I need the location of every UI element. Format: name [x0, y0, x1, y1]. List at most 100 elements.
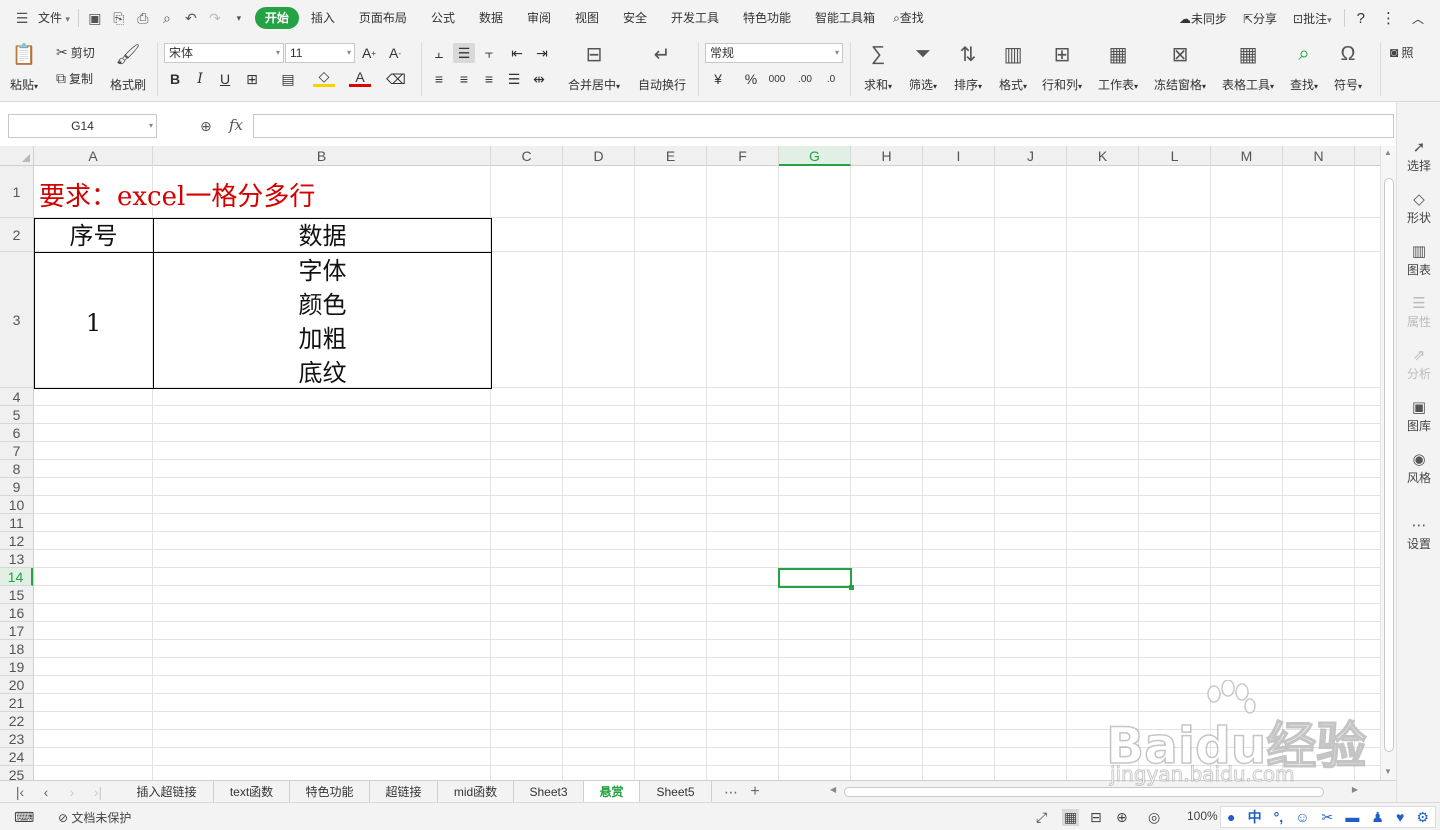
align-bottom-icon[interactable]: ⫟ [478, 43, 500, 63]
thousands-icon[interactable]: 000 [766, 69, 788, 89]
rowcol-button[interactable]: ⊞ 行和列▾ [1042, 40, 1082, 93]
sort-button[interactable]: ⇅ 排序▾ [954, 40, 982, 93]
row-header-24[interactable]: 24 [0, 748, 33, 766]
cell-area[interactable]: 要求：excel一格分多行 序号 数据 1 字体 颜色 加粗 底纹 [34, 166, 1380, 780]
sheet-tab-6[interactable]: 悬赏 [584, 781, 640, 803]
sheet-tab-3[interactable]: 超链接 [370, 781, 438, 803]
bold-icon[interactable]: B [164, 69, 186, 89]
tab-7[interactable]: 安全 [611, 7, 659, 29]
column-header-i[interactable]: I [923, 146, 995, 166]
print-icon[interactable]: ⎙ [131, 7, 155, 29]
align-middle-icon[interactable]: ☰ [453, 43, 475, 63]
eye-protect-icon[interactable]: ◎ [1148, 809, 1160, 826]
sidebar-item-chart[interactable]: ▥ 图表 [1397, 242, 1440, 278]
align-right-icon[interactable]: ≡ [478, 69, 500, 89]
cell-b2-header-data[interactable]: 数据 [154, 221, 491, 251]
sheet-tab-0[interactable]: 插入超链接 [120, 781, 214, 803]
page-layout-view-icon[interactable]: ⊕ [1116, 809, 1128, 826]
row-header-25[interactable]: 25 [0, 766, 33, 781]
row-header-4[interactable]: 4 [0, 388, 33, 406]
fx-icon[interactable]: fx [229, 116, 243, 134]
align-center-icon[interactable]: ≡ [453, 69, 475, 89]
wrap-text-button[interactable]: ↵ 自动换行 [638, 40, 686, 93]
name-box[interactable]: G14 ▾ [8, 114, 157, 138]
zoom-icon[interactable]: ⊕ [200, 118, 212, 135]
sheet-tab-1[interactable]: text函数 [214, 781, 290, 803]
column-header-c[interactable]: C [491, 146, 563, 166]
row-header-21[interactable]: 21 [0, 694, 33, 712]
table-tools-button[interactable]: ▦ 表格工具▾ [1222, 40, 1274, 93]
collapse-ribbon-icon[interactable]: ︿ [1404, 10, 1432, 27]
customize-icon[interactable]: ▾ [227, 7, 251, 29]
sync-button[interactable]: ☁未同步 [1171, 10, 1235, 27]
tab-2[interactable]: 页面布局 [347, 7, 419, 29]
column-header-g[interactable]: G [779, 146, 851, 166]
indent-decrease-icon[interactable]: ⇤ [506, 43, 528, 63]
column-header-f[interactable]: F [707, 146, 779, 166]
paste-button[interactable]: 📋 粘贴▾ [10, 40, 38, 93]
prev-sheet-icon[interactable]: ‹ [36, 781, 56, 803]
row-header-3[interactable]: 3 [0, 252, 33, 388]
export-icon[interactable]: ⎘ [107, 7, 131, 29]
redo-icon[interactable]: ↷ [203, 7, 227, 29]
column-header-k[interactable]: K [1067, 146, 1139, 166]
tab-4[interactable]: 数据 [467, 7, 515, 29]
zoom-level[interactable]: 100% [1187, 809, 1218, 823]
row-header-11[interactable]: 11 [0, 514, 33, 532]
sheet-tab-7[interactable]: Sheet5 [640, 781, 712, 803]
cut-button[interactable]: ✂ 剪切 [56, 42, 95, 62]
tab-1[interactable]: 插入 [299, 7, 347, 29]
copy-button[interactable]: ⧉ 复制 [56, 68, 93, 88]
comment-button[interactable]: ⊡批注▾ [1285, 10, 1340, 27]
format-painter-button[interactable]: 🖌 格式刷 [110, 40, 146, 93]
sheet-tab-5[interactable]: Sheet3 [514, 781, 584, 803]
cell-b3-data[interactable]: 字体 颜色 加粗 底纹 [154, 254, 491, 390]
sidebar-item-gallery[interactable]: ▣ 图库 [1397, 398, 1440, 434]
scroll-right-icon[interactable]: ▶ [1352, 785, 1358, 794]
row-header-5[interactable]: 5 [0, 406, 33, 424]
merge-center-button[interactable]: ⊟ 合并居中▾ [568, 40, 620, 93]
tab-5[interactable]: 审阅 [515, 7, 563, 29]
select-all-corner[interactable] [0, 146, 34, 166]
row-header-10[interactable]: 10 [0, 496, 33, 514]
scroll-thumb[interactable] [844, 787, 1324, 797]
row-header-17[interactable]: 17 [0, 622, 33, 640]
decimal-increase-icon[interactable]: .00 [794, 69, 816, 89]
decimal-decrease-icon[interactable]: .0 [820, 69, 842, 89]
hamburger-icon[interactable]: ☰ [10, 7, 34, 29]
scroll-thumb[interactable] [1384, 178, 1394, 752]
sidebar-item-select[interactable]: ➚ 选择 [1397, 138, 1440, 174]
row-header-1[interactable]: 1 [0, 166, 33, 218]
page-break-view-icon[interactable]: ⊟ [1090, 809, 1102, 826]
sidebar-item-properties[interactable]: ☰ 属性 [1397, 294, 1440, 330]
cell-style-icon[interactable]: ▤ [277, 69, 299, 89]
row-header-20[interactable]: 20 [0, 676, 33, 694]
row-header-15[interactable]: 15 [0, 586, 33, 604]
freeze-button[interactable]: ⊠ 冻结窗格▾ [1154, 40, 1206, 93]
row-header-7[interactable]: 7 [0, 442, 33, 460]
tab-9[interactable]: 特色功能 [731, 7, 803, 29]
column-header-m[interactable]: M [1211, 146, 1283, 166]
filter-button[interactable]: ⏷ 筛选▾ [909, 40, 937, 93]
sheet-tab-4[interactable]: mid函数 [438, 781, 514, 803]
first-sheet-icon[interactable]: |‹ [10, 781, 30, 803]
column-header-d[interactable]: D [563, 146, 635, 166]
align-top-icon[interactable]: ⫠ [428, 43, 450, 63]
row-header-23[interactable]: 23 [0, 730, 33, 748]
more-icon[interactable]: ⋮ [1373, 9, 1404, 27]
file-menu[interactable]: 文件 ▾ [34, 7, 74, 29]
row-header-2[interactable]: 2 [0, 218, 33, 252]
normal-view-icon[interactable]: ▦ [1062, 809, 1080, 826]
row-header-19[interactable]: 19 [0, 658, 33, 676]
horizontal-scrollbar[interactable]: ◀ ▶ [826, 784, 1362, 800]
column-header-l[interactable]: L [1139, 146, 1211, 166]
row-header-6[interactable]: 6 [0, 424, 33, 442]
row-header-14[interactable]: 14 [0, 568, 33, 586]
eraser-icon[interactable]: ⌫ [385, 69, 407, 89]
font-grow-icon[interactable]: A + [358, 43, 380, 63]
row-header-13[interactable]: 13 [0, 550, 33, 568]
distribute-icon[interactable]: ⇹ [528, 69, 550, 89]
add-sheet-icon[interactable]: + [744, 781, 766, 803]
font-size-select[interactable]: 11 ▾ [285, 43, 355, 63]
border-icon[interactable]: ⊞ [241, 69, 263, 89]
